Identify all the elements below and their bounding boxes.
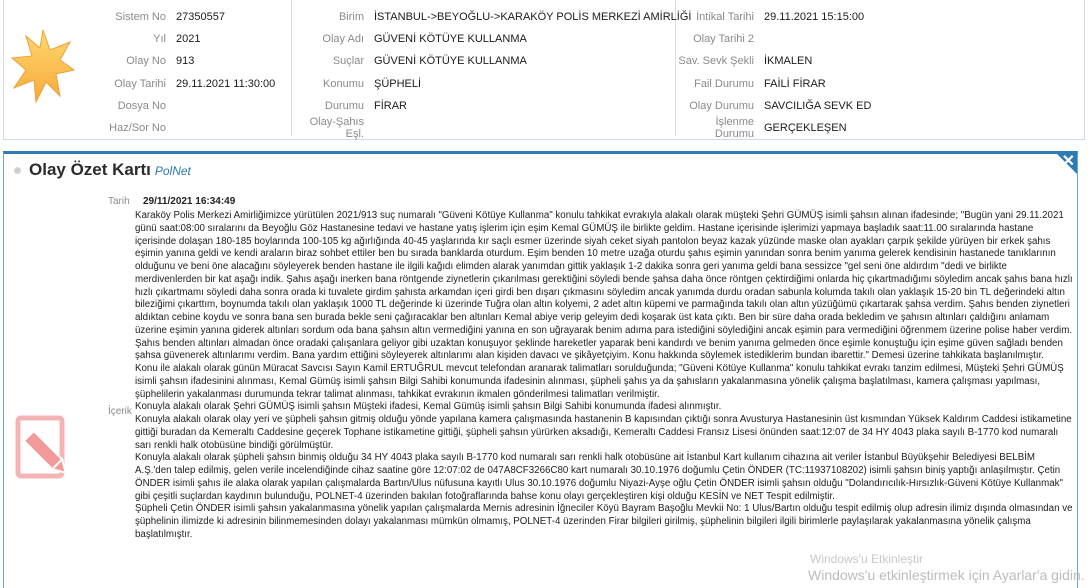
info-row-konumu: Konumu ŞÜPHELİ [292, 73, 675, 95]
content-paragraph: Konuyla alakalı olarak şüpheli şahsın bi… [135, 452, 1063, 502]
field-label: Sav. Sevk Şekli [678, 55, 754, 68]
case-info-panel: Sistem No 27350557 Yıl 2021 Olay No 913 Ola… [3, 0, 1085, 140]
info-row-birim: Birim İSTANBUL->BEYOĞLU->KARAKÖY POLİS ME… [292, 6, 692, 28]
card-subtitle: PolNet [154, 164, 191, 178]
info-row-haz-sor-no: Haz/Sor No [76, 117, 291, 139]
info-row-olay-durumu: Olay Durumu SAVCILIĞA SEVK ED [674, 95, 1084, 117]
field-label: İşlenme Durumu [714, 116, 754, 141]
info-row-olay-adi: Olay Adı GÜVENİ KÖTÜYE KULLANMA [292, 28, 675, 50]
info-column-1: Sistem No 27350557 Yıl 2021 Olay No 913 Ola… [76, 6, 291, 139]
field-label: Olay Adı [322, 33, 364, 46]
content-paragraph: Konuyla alakalı olarak olay yeri ve şüph… [135, 414, 1072, 451]
info-row-durumu: Durumu FİRAR [292, 95, 675, 117]
field-value: 29.11.2021 11:30:00 [176, 77, 276, 90]
field-value: FİRAR [374, 99, 407, 112]
incident-summary-card: ✕ Olay Özet Kartı PolNet Tarih 29/11/202… [3, 151, 1078, 588]
content-paragraph: Konuyla alakalı olarak Şehri GÜMÜŞ isiml… [135, 401, 722, 413]
incident-star-icon [8, 22, 78, 110]
field-label: Olay Durumu [689, 99, 754, 112]
info-row-suclar: Suçlar GÜVENİ KÖTÜYE KULLANMA [292, 50, 675, 72]
field-value: İKMALEN [764, 55, 813, 68]
content-paragraph: Şüpheli Çetin ÖNDER isimli şahsın yakala… [135, 503, 1073, 540]
summary-content: Karaköy Polis Merkezi Amirliğimizce yürü… [135, 210, 1073, 542]
info-row-intikal-tarihi: İntikal Tarihi 29.11.2021 15:15:00 [674, 6, 1084, 28]
field-value: İSTANBUL->BEYOĞLU->KARAKÖY POLİS MERKEZİ… [374, 11, 692, 24]
field-value: ŞÜPHELİ [374, 77, 422, 90]
info-row-dosya-no: Dosya No [76, 95, 291, 117]
info-row-islenme-durumu: İşlenme Durumu GERÇEKLEŞEN [674, 116, 1084, 141]
field-label: Durumu [324, 99, 364, 112]
content-paragraph: Karaköy Polis Merkezi Amirliğimizce yürü… [135, 210, 1073, 362]
card-title: Olay Özet Kartı [29, 160, 151, 179]
info-column-2: Birim İSTANBUL->BEYOĞLU->KARAKÖY POLİS ME… [291, 0, 692, 141]
info-column-3: İntikal Tarihi 29.11.2021 15:15:00 Olay T… [674, 6, 1084, 141]
field-label: Olay No [126, 55, 166, 68]
field-value: 27350557 [176, 11, 225, 24]
field-label: Haz/Sor No [109, 122, 166, 135]
close-icon[interactable]: ✕ [1062, 154, 1075, 171]
field-label: Birim [338, 11, 364, 24]
edit-note-icon [12, 408, 78, 490]
field-label: Olay Tarihi [114, 77, 166, 90]
field-value: 2021 [176, 33, 201, 46]
field-value: FAİLİ FİRAR [764, 77, 826, 90]
tarih-label: Tarih [108, 196, 130, 207]
field-value: 29.11.2021 15:15:00 [764, 11, 865, 24]
close-button[interactable]: ✕ [1057, 154, 1077, 174]
info-row-olay-no: Olay No 913 [76, 50, 291, 72]
icerik-label: İçerik [108, 406, 132, 417]
field-value: SAVCILIĞA SEVK ED [764, 99, 872, 112]
info-row-sistem-no: Sistem No 27350557 [76, 6, 291, 28]
field-label: Suçlar [332, 55, 364, 68]
info-row-olay-sahis-esl: Olay-Şahıs Eşl. [292, 116, 675, 141]
field-label: Konumu [323, 77, 364, 90]
field-value: GÜVENİ KÖTÜYE KULLANMA [374, 33, 527, 46]
field-value: GÜVENİ KÖTÜYE KULLANMA [374, 55, 527, 68]
card-header: Olay Özet Kartı PolNet [14, 160, 191, 180]
field-label: Sistem No [115, 11, 166, 24]
content-paragraph: Konu ile alakalı olarak günün Müracat Sa… [135, 363, 1064, 400]
field-value: 913 [176, 55, 195, 68]
field-label: Dosya No [117, 99, 166, 112]
info-row-sav-sevk-sekli: Sav. Sevk Şekli İKMALEN [674, 50, 1084, 72]
info-row-olay-tarihi-2: Olay Tarihi 2 [674, 28, 1084, 50]
info-row-fail-durumu: Fail Durumu FAİLİ FİRAR [674, 73, 1084, 95]
info-row-yil: Yıl 2021 [76, 28, 291, 50]
field-label: Olay Tarihi 2 [693, 33, 754, 46]
bullet-dot [14, 167, 21, 174]
field-label: Yıl [153, 33, 166, 46]
field-label: İntikal Tarihi [696, 11, 754, 24]
field-label: Olay-Şahıs Eşl. [309, 116, 364, 141]
field-value: GERÇEKLEŞEN [764, 122, 847, 135]
field-label: Fail Durumu [694, 77, 754, 90]
tarih-value: 29/11/2021 16:34:49 [143, 196, 236, 207]
info-row-olay-tarihi: Olay Tarihi 29.11.2021 11:30:00 [76, 73, 291, 95]
